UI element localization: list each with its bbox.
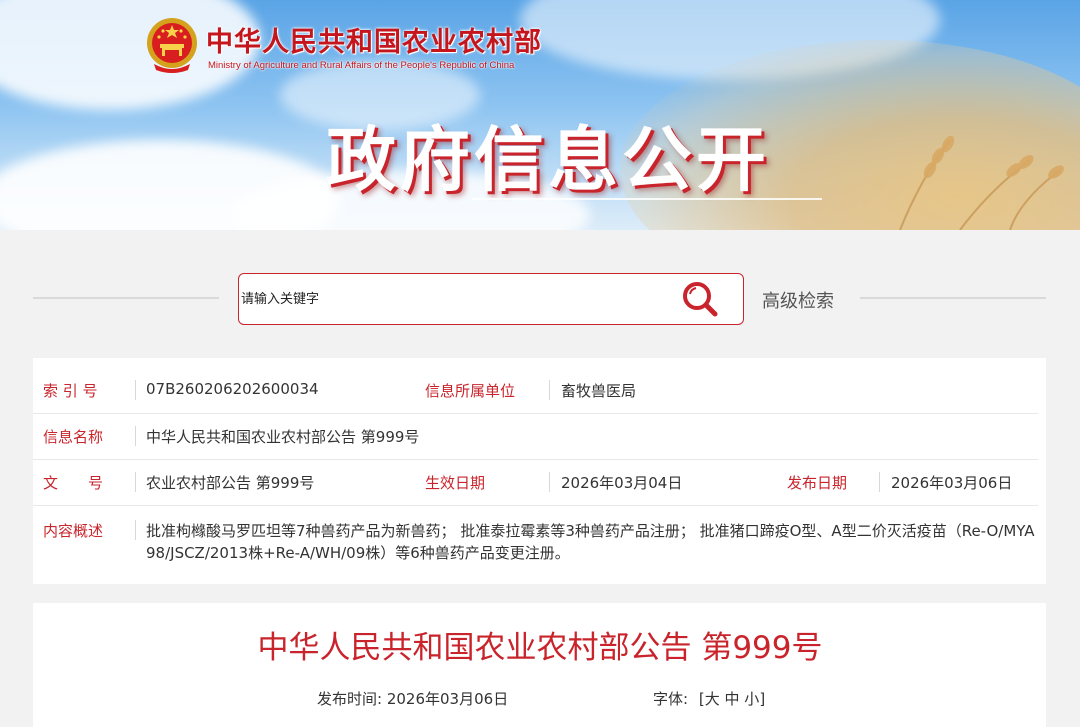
section-title: 政府信息公开 xyxy=(326,119,770,201)
doc-number-label: 文 号 xyxy=(43,474,104,492)
bracket-close: ] xyxy=(759,690,766,708)
row-divider xyxy=(33,505,1038,506)
effective-date-value: 2026年03月04日 xyxy=(561,474,683,492)
column-separator xyxy=(549,472,550,492)
publish-time-label: 发布时间: xyxy=(317,690,383,708)
column-separator xyxy=(549,380,550,400)
name-label: 信息名称 xyxy=(43,428,104,446)
ministry-name-en: Ministry of Agriculture and Rural Affair… xyxy=(208,60,515,71)
font-large-button[interactable]: 大 xyxy=(705,690,720,708)
publish-time: 发布时间: 2026年03月06日 xyxy=(317,688,508,709)
ministry-name-cn: 中华人民共和国农业农村部 xyxy=(206,27,542,58)
font-medium-button[interactable]: 中 xyxy=(725,690,740,708)
wheat-stalks-image xyxy=(899,135,1064,230)
row-divider xyxy=(33,459,1038,460)
font-small-button[interactable]: 小 xyxy=(744,690,759,708)
unit-value: 畜牧兽医局 xyxy=(561,382,637,400)
search-icon[interactable] xyxy=(680,280,720,318)
column-separator xyxy=(879,472,880,492)
font-size-control: 字体: [大 中 小] xyxy=(653,688,765,709)
summary-value: 批准枸橼酸马罗匹坦等7种兽药产品为新兽药； 批准泰拉霉素等3种兽药产品注册； 批… xyxy=(146,522,1035,562)
divider-left xyxy=(33,297,219,299)
column-separator xyxy=(135,380,136,400)
effective-date-label: 生效日期 xyxy=(425,474,486,492)
publish-time-value: 2026年03月06日 xyxy=(386,690,509,708)
index-value: 07B260206202600034 xyxy=(146,380,319,398)
divider-right xyxy=(860,297,1046,299)
national-emblem-icon xyxy=(147,18,197,73)
index-label: 索 引 号 xyxy=(43,382,98,400)
header-banner: 中华人民共和国农业农村部 Ministry of Agriculture and… xyxy=(0,0,1080,230)
advanced-search-link[interactable]: 高级检索 xyxy=(762,287,834,313)
article-title: 中华人民共和国农业农村部公告 第999号 xyxy=(257,630,823,666)
name-value: 中华人民共和国农业农村部公告 第999号 xyxy=(146,428,420,446)
summary-label: 内容概述 xyxy=(43,522,104,540)
title-underline xyxy=(472,198,822,200)
column-separator xyxy=(135,520,136,540)
font-size-label: 字体: xyxy=(653,690,689,708)
doc-number-value: 农业农村部公告 第999号 xyxy=(146,474,315,492)
publish-date-label: 发布日期 xyxy=(787,474,848,492)
column-separator xyxy=(135,426,136,446)
row-divider xyxy=(33,413,1038,414)
search-box xyxy=(238,273,744,325)
unit-label: 信息所属单位 xyxy=(425,382,516,400)
search-input[interactable] xyxy=(241,284,661,314)
column-separator xyxy=(135,472,136,492)
publish-date-value: 2026年03月06日 xyxy=(891,474,1013,492)
